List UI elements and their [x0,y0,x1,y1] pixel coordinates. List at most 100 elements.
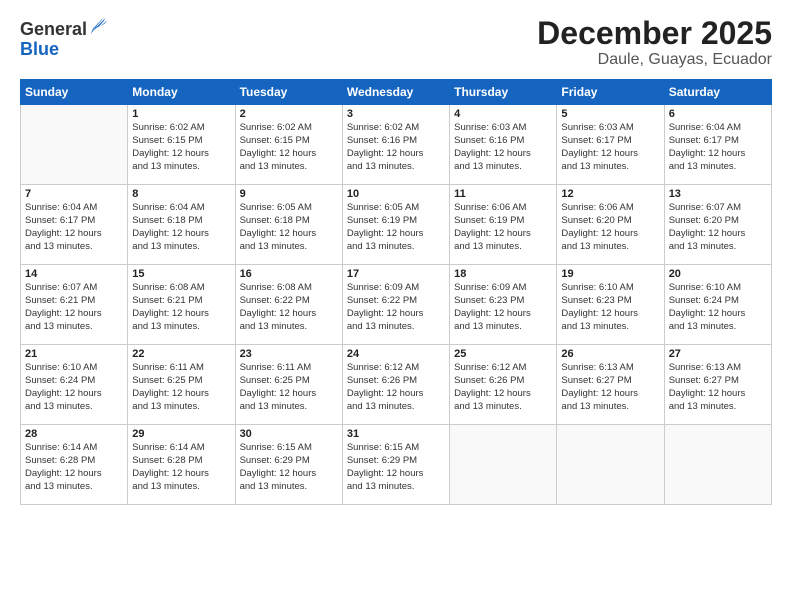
cell-info-text: Sunrise: 6:10 AM Sunset: 6:24 PM Dayligh… [669,282,767,333]
calendar-week-row: 28 Sunrise: 6:14 AM Sunset: 6:28 PM Dayli… [21,425,772,505]
day-header-wednesday: Wednesday [342,80,449,105]
calendar-cell: 3 Sunrise: 6:02 AM Sunset: 6:16 PM Daylig… [342,105,449,185]
calendar-cell: 27 Sunrise: 6:13 AM Sunset: 6:27 PM Dayli… [664,345,771,425]
cell-info-text: Sunrise: 6:08 AM Sunset: 6:22 PM Dayligh… [240,282,338,333]
cell-date-number: 22 [132,348,230,360]
cell-date-number: 31 [347,428,445,440]
cell-date-number: 9 [240,188,338,200]
calendar-cell: 11Sunrise: 6:06 AM Sunset: 6:19 PM Dayli… [450,185,557,265]
cell-info-text: Sunrise: 6:13 AM Sunset: 6:27 PM Dayligh… [561,362,659,413]
cell-info-text: Sunrise: 6:15 AM Sunset: 6:29 PM Dayligh… [347,442,445,493]
cell-date-number: 6 [669,108,767,120]
calendar-cell: 10Sunrise: 6:05 AM Sunset: 6:19 PM Dayli… [342,185,449,265]
cell-date-number: 28 [25,428,123,440]
cell-date-number: 7 [25,188,123,200]
calendar-cell: 13 Sunrise: 6:07 AM Sunset: 6:20 PM Dayli… [664,185,771,265]
title-block: December 2025 Daule, Guayas, Ecuador [537,16,772,69]
calendar-week-row: 1Sunrise: 6:02 AM Sunset: 6:15 PM Daylig… [21,105,772,185]
calendar-cell [21,105,128,185]
cell-date-number: 19 [561,268,659,280]
cell-info-text: Sunrise: 6:07 AM Sunset: 6:20 PM Dayligh… [669,202,767,253]
cell-info-text: Sunrise: 6:10 AM Sunset: 6:24 PM Dayligh… [25,362,123,413]
calendar-header-row: SundayMondayTuesdayWednesdayThursdayFrid… [21,80,772,105]
cell-info-text: Sunrise: 6:15 AM Sunset: 6:29 PM Dayligh… [240,442,338,493]
cell-date-number: 18 [454,268,552,280]
cell-date-number: 25 [454,348,552,360]
calendar-cell: 14Sunrise: 6:07 AM Sunset: 6:21 PM Dayli… [21,265,128,345]
calendar-cell: 9 Sunrise: 6:05 AM Sunset: 6:18 PM Daylig… [235,185,342,265]
cell-info-text: Sunrise: 6:04 AM Sunset: 6:17 PM Dayligh… [25,202,123,253]
calendar-cell [664,425,771,505]
calendar-cell: 25 Sunrise: 6:12 AM Sunset: 6:26 PM Dayli… [450,345,557,425]
calendar-cell: 19 Sunrise: 6:10 AM Sunset: 6:23 PM Dayli… [557,265,664,345]
calendar-title: December 2025 [537,16,772,51]
calendar-cell: 24 Sunrise: 6:12 AM Sunset: 6:26 PM Dayli… [342,345,449,425]
cell-date-number: 27 [669,348,767,360]
cell-date-number: 15 [132,268,230,280]
calendar-cell: 26 Sunrise: 6:13 AM Sunset: 6:27 PM Dayli… [557,345,664,425]
cell-date-number: 11 [454,188,552,200]
cell-date-number: 3 [347,108,445,120]
cell-info-text: Sunrise: 6:04 AM Sunset: 6:18 PM Dayligh… [132,202,230,253]
calendar-week-row: 21 Sunrise: 6:10 AM Sunset: 6:24 PM Dayli… [21,345,772,425]
cell-info-text: Sunrise: 6:09 AM Sunset: 6:22 PM Dayligh… [347,282,445,333]
logo: General Blue [20,20,107,60]
calendar-cell: 21 Sunrise: 6:10 AM Sunset: 6:24 PM Dayli… [21,345,128,425]
calendar-cell: 22 Sunrise: 6:11 AM Sunset: 6:25 PM Dayli… [128,345,235,425]
calendar-cell: 23Sunrise: 6:11 AM Sunset: 6:25 PM Dayli… [235,345,342,425]
header: General Blue December 2025 Daule, Guayas… [20,16,772,69]
cell-date-number: 5 [561,108,659,120]
cell-date-number: 26 [561,348,659,360]
cell-date-number: 29 [132,428,230,440]
cell-date-number: 23 [240,348,338,360]
calendar-cell: 17Sunrise: 6:09 AM Sunset: 6:22 PM Dayli… [342,265,449,345]
cell-info-text: Sunrise: 6:11 AM Sunset: 6:25 PM Dayligh… [132,362,230,413]
cell-info-text: Sunrise: 6:12 AM Sunset: 6:26 PM Dayligh… [347,362,445,413]
cell-date-number: 12 [561,188,659,200]
cell-info-text: Sunrise: 6:09 AM Sunset: 6:23 PM Dayligh… [454,282,552,333]
calendar-cell [557,425,664,505]
cell-info-text: Sunrise: 6:05 AM Sunset: 6:19 PM Dayligh… [347,202,445,253]
calendar-cell: 5 Sunrise: 6:03 AM Sunset: 6:17 PM Daylig… [557,105,664,185]
calendar-subtitle: Daule, Guayas, Ecuador [537,51,772,69]
cell-date-number: 2 [240,108,338,120]
cell-info-text: Sunrise: 6:03 AM Sunset: 6:17 PM Dayligh… [561,122,659,173]
calendar-cell [450,425,557,505]
cell-info-text: Sunrise: 6:04 AM Sunset: 6:17 PM Dayligh… [669,122,767,173]
calendar-week-row: 14Sunrise: 6:07 AM Sunset: 6:21 PM Dayli… [21,265,772,345]
day-header-friday: Friday [557,80,664,105]
day-header-thursday: Thursday [450,80,557,105]
calendar-table: SundayMondayTuesdayWednesdayThursdayFrid… [20,79,772,505]
calendar-cell: 7 Sunrise: 6:04 AM Sunset: 6:17 PM Daylig… [21,185,128,265]
calendar-cell: 29 Sunrise: 6:14 AM Sunset: 6:28 PM Dayli… [128,425,235,505]
day-header-saturday: Saturday [664,80,771,105]
calendar-cell: 18 Sunrise: 6:09 AM Sunset: 6:23 PM Dayli… [450,265,557,345]
cell-info-text: Sunrise: 6:06 AM Sunset: 6:20 PM Dayligh… [561,202,659,253]
cell-info-text: Sunrise: 6:03 AM Sunset: 6:16 PM Dayligh… [454,122,552,173]
day-header-monday: Monday [128,80,235,105]
cell-date-number: 20 [669,268,767,280]
calendar-week-row: 7 Sunrise: 6:04 AM Sunset: 6:17 PM Daylig… [21,185,772,265]
cell-info-text: Sunrise: 6:14 AM Sunset: 6:28 PM Dayligh… [25,442,123,493]
calendar-cell: 20 Sunrise: 6:10 AM Sunset: 6:24 PM Dayli… [664,265,771,345]
cell-date-number: 16 [240,268,338,280]
logo-blue-text: Blue [20,39,59,59]
cell-date-number: 13 [669,188,767,200]
cell-info-text: Sunrise: 6:13 AM Sunset: 6:27 PM Dayligh… [669,362,767,413]
cell-info-text: Sunrise: 6:02 AM Sunset: 6:15 PM Dayligh… [240,122,338,173]
cell-date-number: 8 [132,188,230,200]
page: General Blue December 2025 Daule, Guayas… [0,0,792,612]
cell-date-number: 24 [347,348,445,360]
cell-info-text: Sunrise: 6:12 AM Sunset: 6:26 PM Dayligh… [454,362,552,413]
cell-date-number: 21 [25,348,123,360]
cell-info-text: Sunrise: 6:02 AM Sunset: 6:16 PM Dayligh… [347,122,445,173]
calendar-cell: 30 Sunrise: 6:15 AM Sunset: 6:29 PM Dayli… [235,425,342,505]
cell-info-text: Sunrise: 6:08 AM Sunset: 6:21 PM Dayligh… [132,282,230,333]
cell-info-text: Sunrise: 6:14 AM Sunset: 6:28 PM Dayligh… [132,442,230,493]
cell-info-text: Sunrise: 6:05 AM Sunset: 6:18 PM Dayligh… [240,202,338,253]
cell-date-number: 30 [240,428,338,440]
cell-info-text: Sunrise: 6:02 AM Sunset: 6:15 PM Dayligh… [132,122,230,173]
logo-bird-icon [89,18,107,40]
cell-info-text: Sunrise: 6:10 AM Sunset: 6:23 PM Dayligh… [561,282,659,333]
day-header-tuesday: Tuesday [235,80,342,105]
